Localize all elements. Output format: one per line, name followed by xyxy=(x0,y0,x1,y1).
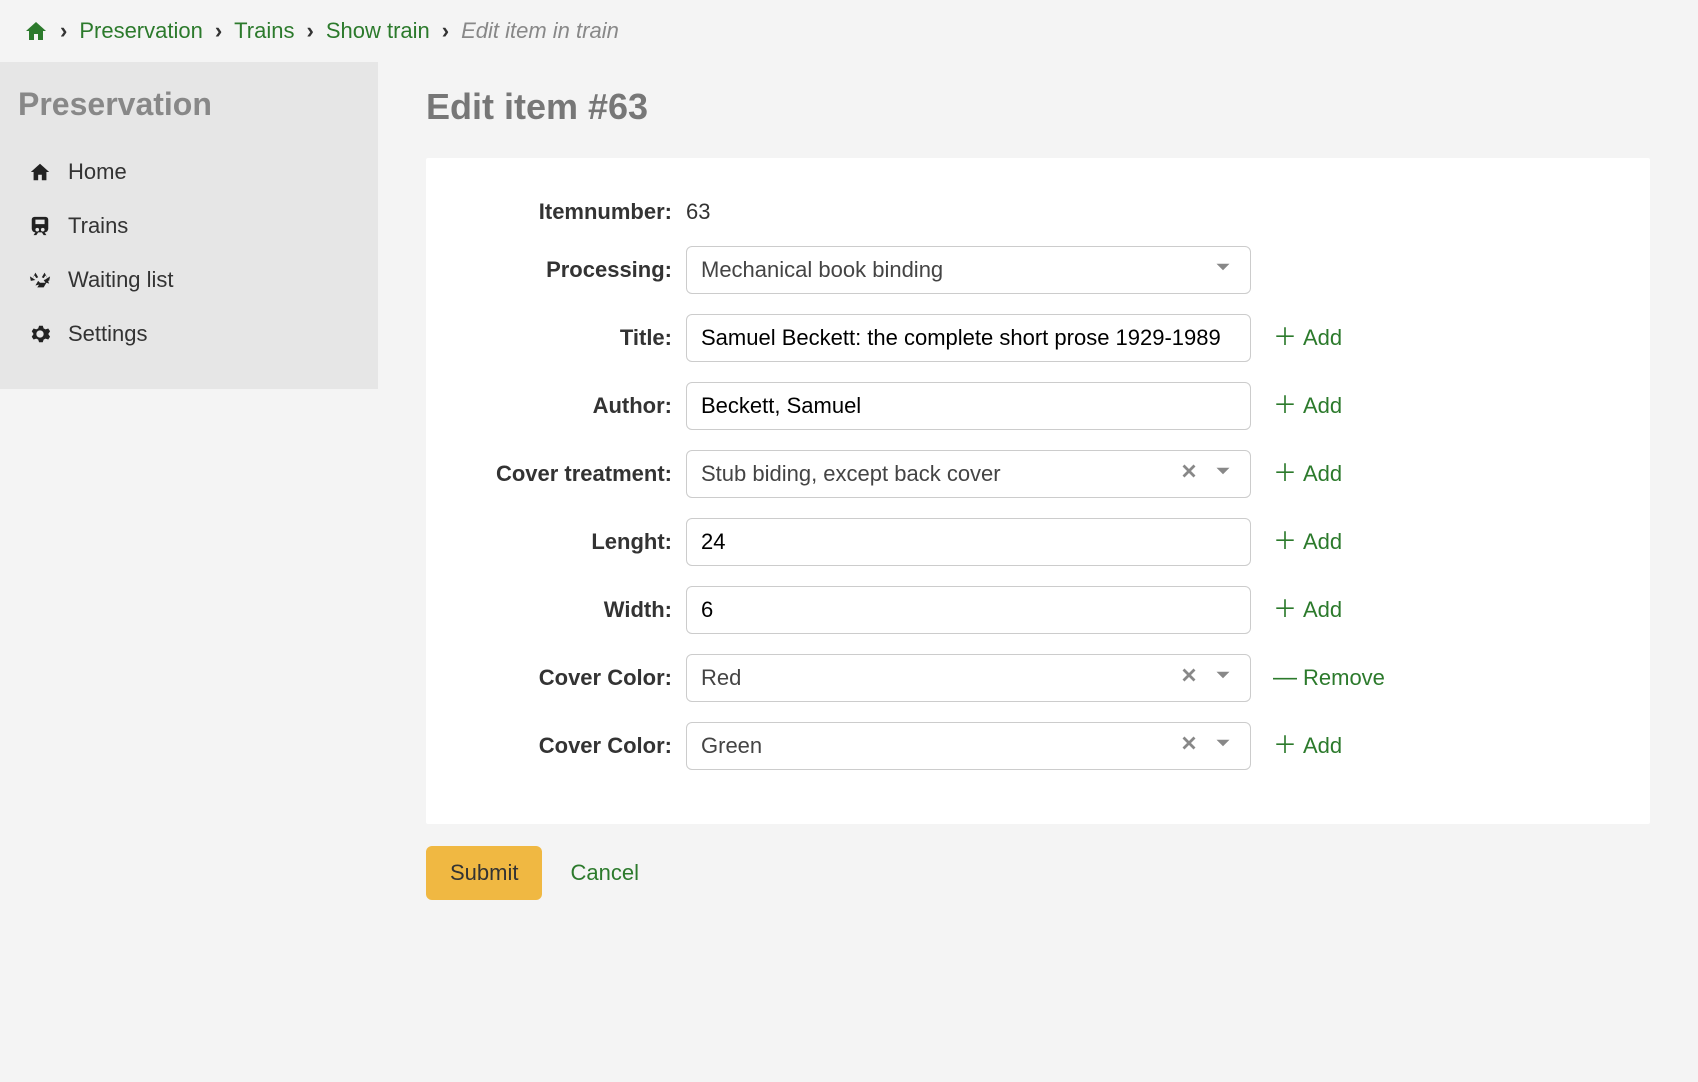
label-width: Width: xyxy=(486,596,686,624)
sidebar-item-waiting-list[interactable]: Waiting list xyxy=(18,253,360,307)
sidebar-item-label: Trains xyxy=(68,213,128,239)
sidebar: Preservation Home Trains Waiting list Se… xyxy=(0,62,378,389)
chevron-right-icon: › xyxy=(60,18,67,44)
value-itemnumber: 63 xyxy=(686,199,710,224)
clear-icon[interactable] xyxy=(1178,732,1200,760)
minus-icon: — xyxy=(1273,666,1297,690)
form-panel: Itemnumber: 63 Processing: Mechanical bo… xyxy=(426,158,1650,824)
chevron-down-icon xyxy=(1210,254,1236,286)
label-cover-treatment: Cover treatment: xyxy=(486,460,686,488)
cover-color-1-select[interactable]: Red xyxy=(686,654,1251,702)
gear-icon xyxy=(28,323,52,345)
author-input[interactable] xyxy=(686,382,1251,430)
cover-treatment-select[interactable]: Stub biding, except back cover xyxy=(686,450,1251,498)
cancel-button[interactable]: Cancel xyxy=(570,860,638,886)
clear-icon[interactable] xyxy=(1178,460,1200,488)
plus-icon: ＋ xyxy=(1273,462,1297,486)
form-row-lenght: Lenght: ＋ Add xyxy=(486,518,1590,566)
cover-color-1-select-value: Red xyxy=(701,665,741,691)
add-title-button[interactable]: ＋ Add xyxy=(1273,325,1342,351)
form-row-itemnumber: Itemnumber: 63 xyxy=(486,198,1590,226)
remove-cover-color-1-button[interactable]: — Remove xyxy=(1273,665,1385,691)
breadcrumb-current: Edit item in train xyxy=(461,18,619,44)
chevron-right-icon: › xyxy=(442,18,449,44)
chevron-down-icon xyxy=(1210,730,1236,762)
breadcrumb-link-preservation[interactable]: Preservation xyxy=(79,18,203,44)
clear-icon[interactable] xyxy=(1178,664,1200,692)
sidebar-item-label: Waiting list xyxy=(68,267,174,293)
processing-select-value: Mechanical book binding xyxy=(701,257,943,283)
form-row-cover-treatment: Cover treatment: Stub biding, except bac… xyxy=(486,450,1590,498)
form-row-cover-color-1: Cover Color: Red — Remove xyxy=(486,654,1590,702)
plus-icon: ＋ xyxy=(1273,734,1297,758)
plus-icon: ＋ xyxy=(1273,530,1297,554)
label-cover-color-1: Cover Color: xyxy=(486,664,686,692)
form-row-author: Author: ＋ Add xyxy=(486,382,1590,430)
add-width-button[interactable]: ＋ Add xyxy=(1273,597,1342,623)
add-author-button[interactable]: ＋ Add xyxy=(1273,393,1342,419)
label-author: Author: xyxy=(486,392,686,420)
sidebar-item-label: Settings xyxy=(68,321,148,347)
sidebar-item-trains[interactable]: Trains xyxy=(18,199,360,253)
breadcrumb-link-show-train[interactable]: Show train xyxy=(326,18,430,44)
processing-select[interactable]: Mechanical book binding xyxy=(686,246,1251,294)
submit-button[interactable]: Submit xyxy=(426,846,542,900)
form-row-processing: Processing: Mechanical book binding xyxy=(486,246,1590,294)
chevron-down-icon xyxy=(1210,662,1236,694)
sidebar-item-label: Home xyxy=(68,159,127,185)
breadcrumb-home-icon[interactable] xyxy=(24,19,48,43)
sidebar-item-settings[interactable]: Settings xyxy=(18,307,360,361)
page-title: Edit item #63 xyxy=(426,86,1650,128)
add-cover-color-2-button[interactable]: ＋ Add xyxy=(1273,733,1342,759)
label-processing: Processing: xyxy=(486,256,686,284)
label-lenght: Lenght: xyxy=(486,528,686,556)
add-lenght-button[interactable]: ＋ Add xyxy=(1273,529,1342,555)
plus-icon: ＋ xyxy=(1273,598,1297,622)
plus-icon: ＋ xyxy=(1273,394,1297,418)
main-content: Edit item #63 Itemnumber: 63 Processing:… xyxy=(378,62,1698,924)
label-title: Title: xyxy=(486,324,686,352)
sidebar-title: Preservation xyxy=(18,86,360,123)
cover-color-2-select-value: Green xyxy=(701,733,762,759)
chevron-right-icon: › xyxy=(306,18,313,44)
sidebar-item-home[interactable]: Home xyxy=(18,145,360,199)
plus-icon: ＋ xyxy=(1273,326,1297,350)
lenght-input[interactable] xyxy=(686,518,1251,566)
train-icon xyxy=(28,215,52,237)
width-input[interactable] xyxy=(686,586,1251,634)
footer-actions: Submit Cancel xyxy=(426,846,1650,900)
title-input[interactable] xyxy=(686,314,1251,362)
form-row-width: Width: ＋ Add xyxy=(486,586,1590,634)
label-cover-color-2: Cover Color: xyxy=(486,732,686,760)
add-cover-treatment-button[interactable]: ＋ Add xyxy=(1273,461,1342,487)
breadcrumb-link-trains[interactable]: Trains xyxy=(234,18,294,44)
form-row-title: Title: ＋ Add xyxy=(486,314,1590,362)
chevron-right-icon: › xyxy=(215,18,222,44)
home-icon xyxy=(28,161,52,183)
chevron-down-icon xyxy=(1210,458,1236,490)
cover-color-2-select[interactable]: Green xyxy=(686,722,1251,770)
cover-treatment-select-value: Stub biding, except back cover xyxy=(701,461,1001,487)
breadcrumb: › Preservation › Trains › Show train › E… xyxy=(0,0,1698,62)
recycle-icon xyxy=(28,269,52,291)
form-row-cover-color-2: Cover Color: Green ＋ Add xyxy=(486,722,1590,770)
label-itemnumber: Itemnumber: xyxy=(486,198,686,226)
